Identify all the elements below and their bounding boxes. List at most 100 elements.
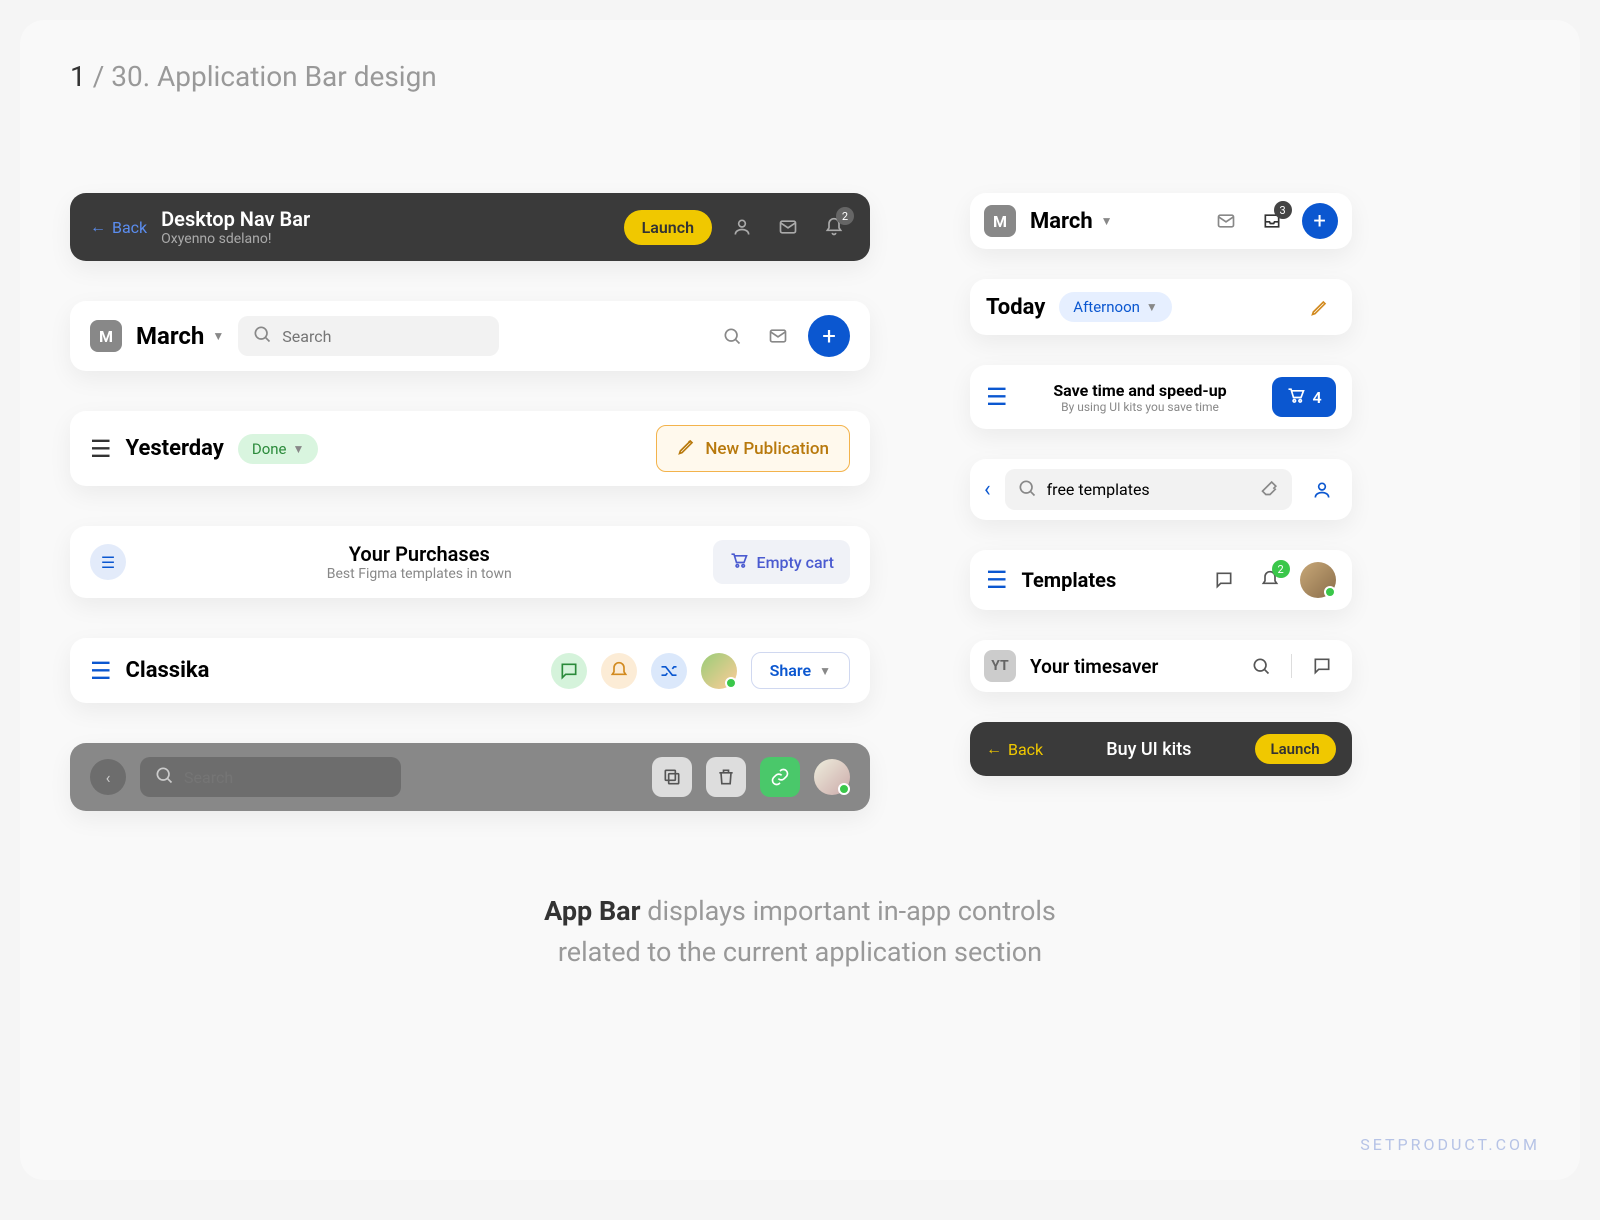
search-icon-btn[interactable]	[716, 320, 748, 352]
back-button[interactable]: ← Back	[90, 217, 147, 237]
month-dropdown[interactable]: March ▼	[136, 322, 224, 350]
appbar-march-small: M March▼ 3 +	[970, 193, 1352, 249]
pencil-icon	[677, 436, 697, 461]
desc-strong: App Bar	[544, 895, 640, 927]
menu-icon: ☰	[101, 553, 115, 572]
appbar-today: Today Afternoon▼	[970, 279, 1352, 335]
back-button[interactable]: ‹	[984, 477, 991, 502]
menu-icon[interactable]: ☰	[986, 566, 1008, 594]
chevron-down-icon: ▼	[1146, 300, 1158, 314]
bar-title: Your Purchases	[140, 542, 699, 566]
chip-label: Done	[252, 440, 287, 458]
appbar-classika: ☰ Classika Share ▼	[70, 638, 870, 703]
bar-subtitle: Oxyenno sdelano!	[161, 231, 609, 247]
bell-icon[interactable]: 2	[1254, 564, 1286, 596]
inbox-icon[interactable]: 3	[1256, 205, 1288, 237]
breadcrumb: 1 / 30. Application Bar design	[70, 60, 1530, 93]
chat-icon[interactable]	[1208, 564, 1240, 596]
appbar-yesterday: ☰ Yesterday Done▼ New Publication	[70, 411, 870, 486]
user-avatar[interactable]	[701, 653, 737, 689]
launch-button[interactable]: Launch	[624, 210, 712, 245]
user-avatar[interactable]	[814, 759, 850, 795]
back-label: Back	[1008, 740, 1043, 759]
chat-icon[interactable]	[1306, 650, 1338, 682]
link-button[interactable]	[760, 757, 800, 797]
add-fab[interactable]: +	[808, 315, 850, 357]
back-label: Back	[112, 218, 147, 237]
share-label: Share	[770, 661, 812, 680]
app-badge[interactable]: M	[90, 320, 122, 352]
menu-icon[interactable]: ☰	[986, 383, 1008, 411]
delete-button[interactable]	[706, 757, 746, 797]
bar-title: Desktop Nav Bar	[161, 207, 609, 231]
add-fab[interactable]: +	[1302, 203, 1338, 239]
chevron-left-icon: ‹	[106, 768, 111, 787]
user-icon[interactable]	[726, 211, 758, 243]
appbar-templates: ☰ Templates 2	[970, 550, 1352, 610]
share-button[interactable]: Share ▼	[751, 652, 850, 689]
chip-label: Afternoon	[1073, 298, 1140, 316]
cart-count: 4	[1312, 388, 1321, 407]
bell-icon[interactable]: 2	[818, 211, 850, 243]
menu-button[interactable]: ☰	[90, 544, 126, 580]
back-button[interactable]: ← Back	[986, 739, 1043, 759]
app-badge[interactable]: M	[984, 205, 1016, 237]
bar-subtitle: By using UI kits you save time	[1022, 400, 1259, 414]
search-input[interactable]	[1047, 480, 1250, 499]
bar-title: Classika	[126, 658, 210, 683]
page-title: 30. Application Bar design	[111, 60, 437, 93]
launch-button[interactable]: Launch	[1255, 734, 1336, 764]
appbar-search: ‹	[970, 459, 1352, 520]
user-avatar[interactable]	[1300, 562, 1336, 598]
shuffle-button[interactable]	[651, 653, 687, 689]
search-box[interactable]	[1005, 469, 1292, 510]
menu-icon[interactable]: ☰	[90, 657, 112, 685]
app-badge[interactable]: YT	[984, 650, 1016, 682]
cart-icon	[729, 550, 749, 574]
empty-cart-button[interactable]: Empty cart	[713, 540, 850, 584]
search-icon	[252, 324, 272, 348]
mail-icon[interactable]	[772, 211, 804, 243]
time-chip[interactable]: Afternoon ▼	[1059, 292, 1172, 322]
search-box[interactable]	[238, 316, 499, 356]
eraser-icon[interactable]	[1260, 477, 1280, 502]
bar-title: Yesterday	[126, 436, 224, 461]
search-icon-btn[interactable]	[1245, 650, 1277, 682]
notification-badge: 2	[1272, 560, 1290, 578]
new-publication-button[interactable]: New Publication	[656, 425, 850, 472]
month-label: March	[136, 322, 204, 350]
copy-button[interactable]	[652, 757, 692, 797]
mail-icon[interactable]	[762, 320, 794, 352]
user-icon[interactable]	[1306, 474, 1338, 506]
bell-button[interactable]	[601, 653, 637, 689]
mail-icon[interactable]	[1210, 205, 1242, 237]
search-icon	[1017, 478, 1037, 502]
back-button[interactable]: ‹	[90, 759, 126, 795]
appbar-timesaver: YT Your timesaver	[970, 640, 1352, 692]
online-indicator	[725, 677, 737, 689]
appbar-savetime: ☰ Save time and speed-up By using UI kit…	[970, 365, 1352, 429]
appbar-march: M March ▼ +	[70, 301, 870, 371]
search-box[interactable]	[140, 757, 401, 797]
cart-icon	[1286, 385, 1306, 409]
search-input[interactable]	[184, 768, 387, 787]
watermark: SETPRODUCT.COM	[1360, 1135, 1540, 1154]
page-current: 1	[70, 60, 86, 93]
cart-button[interactable]: 4	[1272, 377, 1335, 417]
status-chip[interactable]: Done▼	[238, 434, 319, 464]
chevron-down-icon: ▼	[212, 329, 224, 343]
divider	[1291, 654, 1292, 678]
bar-title: Templates	[1022, 568, 1117, 592]
bar-title: Save time and speed-up	[1022, 381, 1259, 400]
search-input[interactable]	[282, 327, 485, 346]
search-icon	[154, 765, 174, 789]
bar-title: Buy UI kits	[1106, 739, 1191, 760]
month-dropdown[interactable]: March▼	[1030, 209, 1113, 234]
chat-button[interactable]	[551, 653, 587, 689]
menu-icon[interactable]: ☰	[90, 435, 112, 463]
appbar-buy-kits: ← Back Buy UI kits Launch	[970, 722, 1352, 776]
arrow-left-icon: ←	[986, 739, 1002, 759]
bar-title: Your timesaver	[1030, 655, 1158, 678]
chevron-down-icon: ▼	[819, 664, 831, 678]
edit-button[interactable]	[1304, 291, 1336, 323]
